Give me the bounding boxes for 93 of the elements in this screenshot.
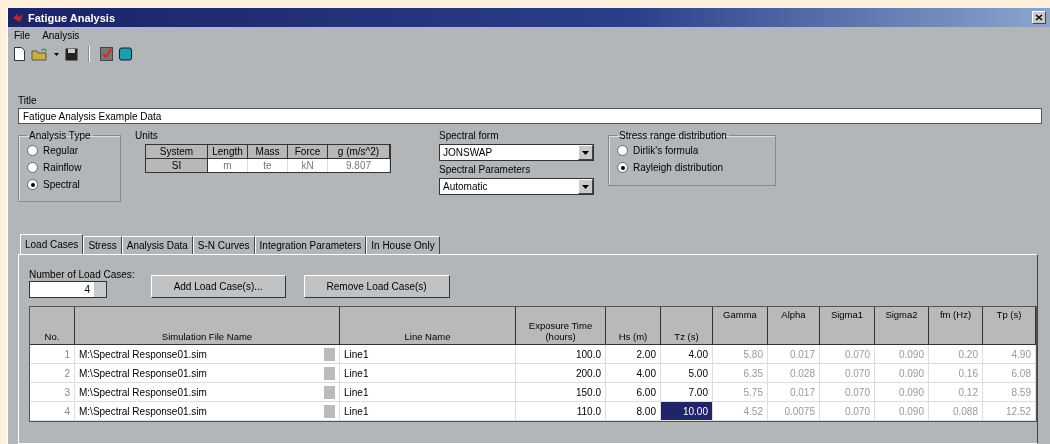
- file-name: M:\Spectral Response01.sim: [79, 405, 207, 417]
- column-header: Exposure Time (hours): [516, 307, 606, 345]
- menu-item[interactable]: File: [14, 30, 31, 41]
- close-button[interactable]: [1032, 11, 1046, 24]
- table-cell[interactable]: Line1: [340, 364, 516, 383]
- table-cell[interactable]: SI: [146, 159, 208, 172]
- radio-button[interactable]: [27, 162, 38, 173]
- action-button[interactable]: Add Load Case(s)...: [150, 275, 286, 298]
- tab[interactable]: Analysis Data: [121, 236, 193, 254]
- dropdown-button[interactable]: [578, 179, 593, 194]
- table-cell[interactable]: Line1: [340, 383, 516, 402]
- title-field[interactable]: Fatigue Analysis Example Data: [18, 108, 1042, 124]
- table-cell[interactable]: M:\Spectral Response01.sim: [75, 345, 340, 364]
- table-cell[interactable]: 110.0: [516, 402, 606, 421]
- column-header: Line Name: [340, 307, 516, 345]
- app-icon: [12, 12, 24, 23]
- row-number: 1: [30, 345, 75, 364]
- option-label: Dirlik's formula: [633, 145, 699, 156]
- checklist-icon[interactable]: [100, 47, 113, 61]
- table-cell[interactable]: 5.00: [661, 364, 713, 383]
- caret-icon[interactable]: [54, 52, 59, 56]
- table-cell[interactable]: M:\Spectral Response01.sim: [75, 402, 340, 421]
- load-cases-spinner[interactable]: 4: [29, 281, 107, 298]
- table-cell[interactable]: 200.0: [516, 364, 606, 383]
- column-header: Sigma1: [820, 307, 875, 345]
- units-label: Units: [135, 130, 159, 141]
- column-header: Gamma: [713, 307, 768, 345]
- option-label: Rainflow: [43, 162, 82, 173]
- column-header: Tz (s): [661, 307, 713, 345]
- option-label: Spectral: [43, 179, 80, 190]
- radio-button[interactable]: [27, 179, 38, 190]
- file-name: M:\Spectral Response01.sim: [79, 367, 207, 379]
- column-header: No.: [30, 307, 75, 345]
- row-number: 2: [30, 364, 75, 383]
- row-number: 4: [30, 402, 75, 421]
- group-label: Analysis Type: [28, 130, 92, 141]
- caret-icon: [582, 184, 589, 189]
- field-label: Title: [17, 95, 38, 106]
- radio-button[interactable]: [617, 145, 628, 156]
- column-header: System: [146, 145, 208, 159]
- table-cell[interactable]: 100.0: [516, 345, 606, 364]
- tab[interactable]: Integration Parameters: [254, 236, 367, 254]
- column-header: Length: [208, 145, 248, 159]
- column-header: fm (Hz): [929, 307, 983, 345]
- close-icon: [1035, 14, 1043, 21]
- table-cell[interactable]: 2.00: [606, 345, 661, 364]
- column-header: Hs (m): [606, 307, 661, 345]
- table-cell[interactable]: m: [208, 159, 248, 172]
- window-title: Fatigue Analysis: [28, 11, 116, 24]
- file-name: M:\Spectral Response01.sim: [79, 386, 207, 398]
- group-label: Stress range distribution: [618, 130, 728, 141]
- option-label: Rayleigh distribution: [633, 162, 724, 173]
- column-header: Mass: [248, 145, 288, 159]
- table-cell[interactable]: Line1: [340, 402, 516, 421]
- field-label: Spectral form: [439, 130, 500, 141]
- column-header: Force: [288, 145, 328, 159]
- column-header: Sigma2: [875, 307, 929, 345]
- spectral-parameters-dropdown[interactable]: Automatic: [439, 178, 594, 195]
- folder-icon[interactable]: [31, 47, 48, 61]
- radio-button[interactable]: [617, 162, 628, 173]
- table-cell[interactable]: M:\Spectral Response01.sim: [75, 383, 340, 402]
- table-cell[interactable]: 6.00: [606, 383, 661, 402]
- caret-icon: [582, 150, 589, 155]
- table-cell[interactable]: 4.00: [661, 345, 713, 364]
- table-cell[interactable]: 9.807: [328, 159, 390, 172]
- row-number: 3: [30, 383, 75, 402]
- option-label: Regular: [43, 145, 79, 156]
- tab[interactable]: Load Cases: [20, 234, 84, 254]
- table-cell[interactable]: Line1: [340, 345, 516, 364]
- column-header: Alpha: [768, 307, 820, 345]
- field-label: Number of Load Cases:: [29, 269, 135, 280]
- tab[interactable]: Stress: [83, 236, 122, 254]
- column-header: g (m/s^2): [328, 145, 390, 159]
- column-header: Simulation File Name: [75, 307, 340, 345]
- table-cell[interactable]: kN: [288, 159, 328, 172]
- table-cell[interactable]: te: [248, 159, 288, 172]
- table-cell[interactable]: M:\Spectral Response01.sim: [75, 364, 340, 383]
- table-cell[interactable]: 10.00: [661, 402, 713, 421]
- radio-button[interactable]: [27, 145, 38, 156]
- new-document-icon[interactable]: [14, 47, 25, 61]
- table-cell[interactable]: 150.0: [516, 383, 606, 402]
- field-label: Spectral Parameters: [439, 164, 532, 175]
- save-icon[interactable]: [65, 47, 78, 61]
- menu-item[interactable]: Analysis: [42, 30, 80, 41]
- action-button[interactable]: Remove Load Case(s): [303, 275, 450, 298]
- database-icon[interactable]: [119, 47, 132, 61]
- tab[interactable]: In House Only: [366, 236, 440, 254]
- dropdown-button[interactable]: [578, 145, 593, 160]
- spectral-form-dropdown[interactable]: JONSWAP: [439, 144, 594, 161]
- file-name: M:\Spectral Response01.sim: [79, 348, 207, 360]
- table-cell[interactable]: 4.00: [606, 364, 661, 383]
- tab[interactable]: S-N Curves: [192, 236, 255, 254]
- column-header: Tp (s): [983, 307, 1036, 345]
